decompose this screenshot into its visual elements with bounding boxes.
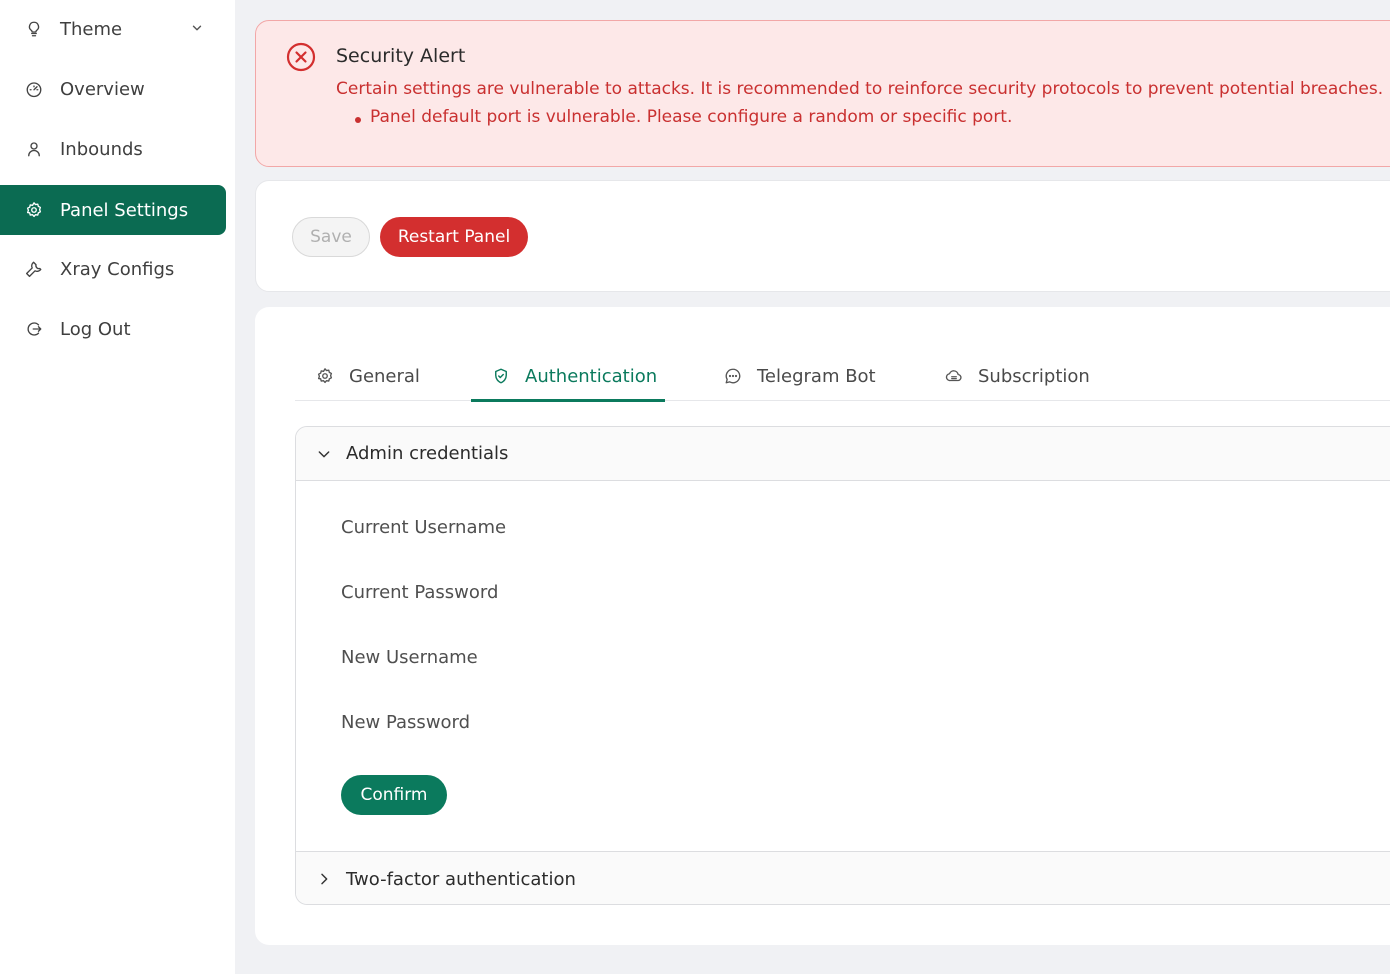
sidebar-item-label: Inbounds bbox=[60, 138, 143, 160]
tab-general[interactable]: General bbox=[315, 351, 420, 401]
logout-icon bbox=[24, 319, 44, 339]
sidebar-item-label: Panel Settings bbox=[60, 199, 189, 221]
wrench-icon bbox=[24, 259, 44, 279]
gear-icon bbox=[24, 200, 44, 220]
new-password-label: New Password bbox=[341, 712, 471, 733]
settings-card: General Authentication Telegram Bot Subs… bbox=[255, 307, 1390, 945]
cloud-icon bbox=[944, 366, 964, 386]
sidebar-item-log-out[interactable]: Log Out bbox=[0, 304, 226, 354]
current-username-label: Current Username bbox=[341, 517, 507, 538]
tab-label: Authentication bbox=[525, 365, 658, 387]
new-username-label: New Username bbox=[341, 647, 478, 668]
sidebar-item-inbounds[interactable]: Inbounds bbox=[0, 124, 226, 174]
chevron-down-icon bbox=[318, 450, 330, 457]
sidebar-item-overview[interactable]: Overview bbox=[0, 64, 226, 114]
chevron-down-icon bbox=[192, 25, 202, 31]
confirm-button[interactable]: Confirm bbox=[341, 775, 447, 815]
sidebar-item-label: Theme bbox=[60, 18, 123, 40]
alert-item: Panel default port is vulnerable. Please… bbox=[354, 107, 1013, 127]
lightbulb-icon bbox=[24, 19, 44, 39]
admin-credentials-header[interactable]: Admin credentials bbox=[296, 427, 1390, 481]
admin-credentials-title: Admin credentials bbox=[346, 443, 509, 464]
sidebar-item-panel-settings[interactable]: Panel Settings bbox=[0, 185, 226, 235]
sidebar: Theme Overview Inbounds Panel Settings X… bbox=[0, 0, 235, 974]
toolbar-card: Save Restart Panel bbox=[255, 180, 1390, 292]
tab-telegram-bot[interactable]: Telegram Bot bbox=[723, 351, 876, 401]
sidebar-item-label: Log Out bbox=[60, 318, 131, 340]
two-factor-title: Two-factor authentication bbox=[346, 868, 576, 890]
current-password-label: Current Password bbox=[341, 582, 499, 603]
user-icon bbox=[24, 139, 44, 159]
chevron-right-icon bbox=[321, 873, 328, 885]
shield-icon bbox=[491, 366, 511, 386]
app-root: Theme Overview Inbounds Panel Settings X… bbox=[0, 0, 1390, 974]
active-tab-indicator bbox=[471, 399, 665, 402]
alert-description: Certain settings are vulnerable to attac… bbox=[336, 79, 1384, 99]
tab-authentication[interactable]: Authentication bbox=[491, 351, 657, 401]
dashboard-icon bbox=[24, 79, 44, 99]
settings-tabs: General Authentication Telegram Bot Subs… bbox=[295, 351, 1390, 402]
chat-icon bbox=[723, 366, 743, 386]
sidebar-item-xray-configs[interactable]: Xray Configs bbox=[0, 244, 226, 294]
restart-panel-button[interactable]: Restart Panel bbox=[380, 217, 528, 257]
alert-title: Security Alert bbox=[336, 45, 466, 67]
two-factor-header[interactable]: Two-factor authentication bbox=[296, 851, 1390, 904]
security-alert: Security Alert Certain settings are vuln… bbox=[255, 20, 1390, 167]
tab-subscription[interactable]: Subscription bbox=[944, 351, 1090, 401]
tab-label: Telegram Bot bbox=[757, 365, 876, 387]
sidebar-item-label: Xray Configs bbox=[60, 258, 175, 280]
sidebar-item-label: Overview bbox=[60, 78, 145, 100]
tab-label: General bbox=[349, 365, 420, 387]
save-button[interactable]: Save bbox=[292, 217, 370, 257]
auth-panel: Admin credentials Current Username Curre… bbox=[295, 426, 1390, 905]
sidebar-item-theme[interactable]: Theme bbox=[0, 4, 226, 54]
gear-icon bbox=[315, 366, 335, 386]
tab-label: Subscription bbox=[978, 365, 1090, 387]
error-circle-icon bbox=[286, 42, 316, 72]
